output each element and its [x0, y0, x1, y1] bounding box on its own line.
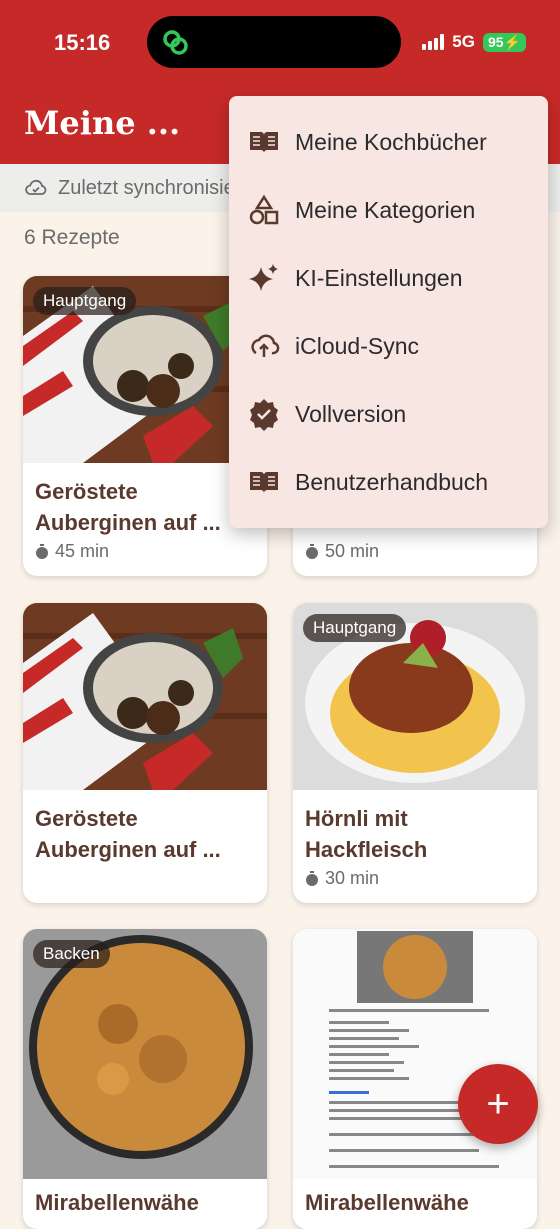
recipe-duration: 50 min — [305, 541, 379, 562]
recipe-time: 45 min — [55, 541, 110, 561]
recipe-count: 6 Rezepte — [24, 226, 120, 249]
verified-icon — [250, 399, 278, 431]
cloud-check-icon — [25, 179, 47, 195]
timer-icon — [306, 543, 318, 559]
recipe-title-line: Hackfleisch — [305, 837, 428, 862]
timer-icon — [306, 870, 318, 886]
menu-item-label: Meine Kochbücher — [295, 128, 487, 155]
menu-item-label: Vollversion — [295, 400, 407, 427]
recipe-title: Geröstete Auberginen auf ... — [35, 803, 257, 865]
recipe-title: Mirabellenwähe — [305, 1187, 527, 1218]
recipe-time: 30 min — [325, 868, 380, 888]
recipe-duration: 45 min — [35, 541, 109, 562]
recipe-image — [23, 603, 267, 790]
battery-icon: 95⚡ — [482, 32, 526, 52]
sync-text: Zuletzt synchronisiert — [58, 176, 247, 199]
recipe-duration: 30 min — [305, 868, 379, 889]
recipe-title-line: Geröstete — [35, 479, 138, 504]
page-title: Meine ... — [24, 104, 181, 142]
menu-item-icloud-sync[interactable]: iCloud-Sync — [247, 322, 419, 370]
menu-item-categories[interactable]: Meine Kategorien — [247, 186, 475, 234]
status-indicators: 5G 95⚡ — [422, 32, 526, 52]
overflow-menu: Meine Kochbücher Meine Kategorien KI-Ein… — [229, 96, 548, 528]
recipe-card[interactable]: Hauptgang Hörnli mit Hackfleisch 30 min — [293, 603, 537, 903]
status-bar: 15:16 5G 95⚡ — [0, 0, 560, 88]
category-tag: Hauptgang — [33, 287, 137, 315]
menu-item-label: iCloud-Sync — [295, 332, 419, 359]
add-recipe-button[interactable]: + — [458, 1064, 538, 1144]
cloud-sync-icon — [251, 334, 280, 357]
menu-item-label: Meine Kategorien — [295, 196, 476, 223]
sparkle-icon — [249, 264, 278, 291]
recipe-title-line: Auberginen auf ... — [35, 837, 221, 862]
menu-item-label: Benutzerhandbuch — [295, 468, 489, 495]
link-icon — [163, 30, 188, 55]
signal-icon — [422, 34, 445, 50]
menu-item-label: KI-Einstellungen — [295, 264, 463, 291]
recipe-title-line: Auberginen auf ... — [35, 510, 221, 535]
recipe-title: Mirabellenwähe — [35, 1187, 257, 1218]
menu-item-full-version[interactable]: Vollversion — [247, 390, 406, 438]
recipe-title: Hörnli mit Hackfleisch — [305, 803, 527, 865]
recipe-card[interactable]: Backen Mirabellenwähe — [23, 929, 267, 1229]
book-icon — [250, 132, 278, 153]
menu-item-ai-settings[interactable]: KI-Einstellungen — [247, 254, 463, 302]
category-tag: Backen — [33, 940, 110, 968]
status-time: 15:16 — [54, 30, 111, 55]
recipe-title: Geröstete Auberginen auf ... — [35, 476, 257, 538]
dynamic-island — [147, 16, 401, 68]
recipe-card[interactable]: Geröstete Auberginen auf ... — [23, 603, 267, 903]
timer-icon — [36, 543, 48, 559]
menu-item-cookbooks[interactable]: Meine Kochbücher — [247, 118, 487, 166]
menu-item-user-manual[interactable]: Benutzerhandbuch — [247, 458, 488, 506]
network-type: 5G — [452, 32, 475, 51]
battery-level: 95 — [487, 33, 504, 50]
recipe-title-line: Mirabellenwähe — [35, 1190, 199, 1215]
recipe-title-line: Mirabellenwähe — [305, 1190, 469, 1215]
recipe-title-line: Geröstete — [35, 806, 138, 831]
shapes-icon — [249, 194, 279, 225]
book-icon — [250, 472, 278, 493]
category-tag: Hauptgang — [303, 614, 407, 642]
recipe-time: 50 min — [325, 541, 380, 561]
recipe-title-line: Hörnli mit — [305, 806, 408, 831]
